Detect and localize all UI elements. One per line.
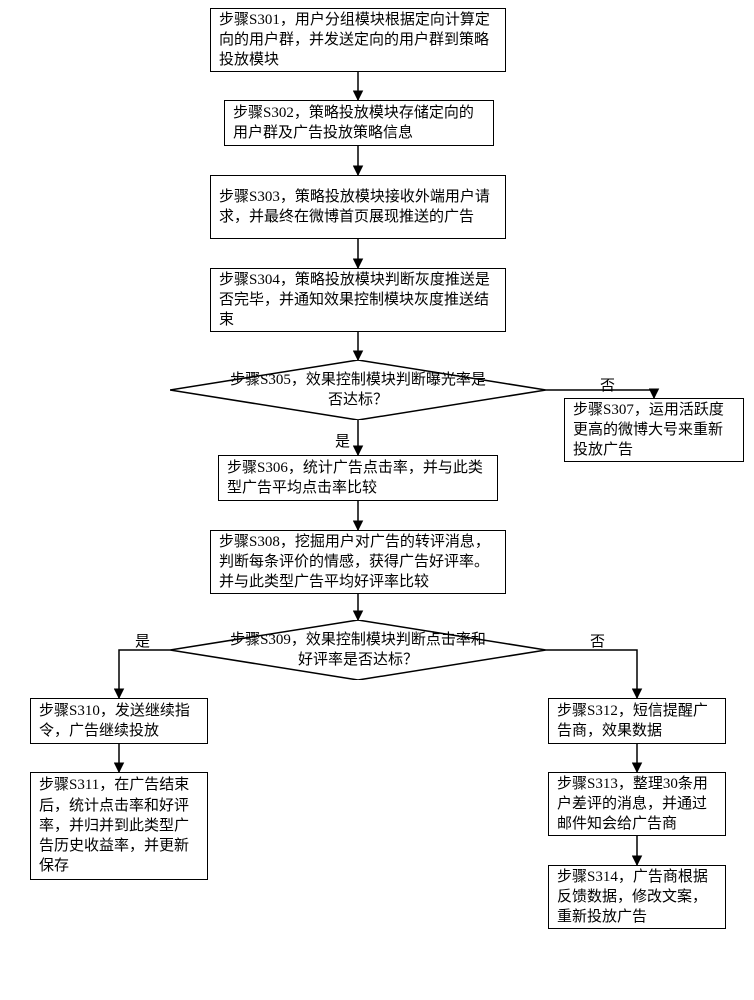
node-s303-text: 步骤S303，策略投放模块接收外端用户请求，并最终在微博首页展现推送的广告	[219, 187, 497, 228]
node-s310: 步骤S310，发送继续指令，广告继续投放	[30, 698, 208, 744]
node-s302: 步骤S302，策略投放模块存储定向的用户群及广告投放策略信息	[224, 100, 494, 146]
label-s305-yes: 是	[335, 430, 350, 451]
node-s307: 步骤S307，运用活跃度更高的微博大号来重新投放广告	[564, 398, 744, 462]
label-s309-no: 否	[590, 630, 605, 651]
node-s314: 步骤S314，广告商根据反馈数据，修改文案，重新投放广告	[548, 865, 726, 929]
node-s301: 步骤S301，用户分组模块根据定向计算定向的用户群，并发送定向的用户群到策略投放…	[210, 8, 506, 72]
node-s312: 步骤S312，短信提醒广告商，效果数据	[548, 698, 726, 744]
node-s305-text: 步骤S305，效果控制模块判断曝光率是否达标？	[170, 360, 546, 420]
node-s310-text: 步骤S310，发送继续指令，广告继续投放	[39, 701, 199, 742]
label-s309-yes: 是	[135, 630, 150, 651]
node-s313-text: 步骤S313，整理30条用户差评的消息，并通过邮件知会给广告商	[557, 774, 717, 835]
node-s302-text: 步骤S302，策略投放模块存储定向的用户群及广告投放策略信息	[233, 103, 485, 144]
node-s304: 步骤S304，策略投放模块判断灰度推送是否完毕，并通知效果控制模块灰度推送结束	[210, 268, 506, 332]
label-s305-no: 否	[600, 374, 615, 395]
node-s306-text: 步骤S306，统计广告点击率，并与此类型广告平均点击率比较	[227, 458, 489, 499]
node-s314-text: 步骤S314，广告商根据反馈数据，修改文案，重新投放广告	[557, 867, 717, 928]
node-s303: 步骤S303，策略投放模块接收外端用户请求，并最终在微博首页展现推送的广告	[210, 175, 506, 239]
node-s308: 步骤S308，挖掘用户对广告的转评消息，判断每条评价的情感，获得广告好评率。并与…	[210, 530, 506, 594]
node-s307-text: 步骤S307，运用活跃度更高的微博大号来重新投放广告	[573, 400, 735, 461]
node-s308-text: 步骤S308，挖掘用户对广告的转评消息，判断每条评价的情感，获得广告好评率。并与…	[219, 532, 497, 593]
node-s301-text: 步骤S301，用户分组模块根据定向计算定向的用户群，并发送定向的用户群到策略投放…	[219, 10, 497, 71]
node-s305: 步骤S305，效果控制模块判断曝光率是否达标？	[170, 360, 546, 420]
node-s313: 步骤S313，整理30条用户差评的消息，并通过邮件知会给广告商	[548, 772, 726, 836]
node-s306: 步骤S306，统计广告点击率，并与此类型广告平均点击率比较	[218, 455, 498, 501]
node-s311-text: 步骤S311，在广告结束后，统计点击率和好评率，并归并到此类型广告历史收益率，并…	[39, 775, 199, 876]
node-s311: 步骤S311，在广告结束后，统计点击率和好评率，并归并到此类型广告历史收益率，并…	[30, 772, 208, 880]
node-s312-text: 步骤S312，短信提醒广告商，效果数据	[557, 701, 717, 742]
node-s309: 步骤S309，效果控制模块判断点击率和好评率是否达标？	[170, 620, 546, 680]
node-s304-text: 步骤S304，策略投放模块判断灰度推送是否完毕，并通知效果控制模块灰度推送结束	[219, 270, 497, 331]
node-s309-text: 步骤S309，效果控制模块判断点击率和好评率是否达标？	[170, 620, 546, 680]
